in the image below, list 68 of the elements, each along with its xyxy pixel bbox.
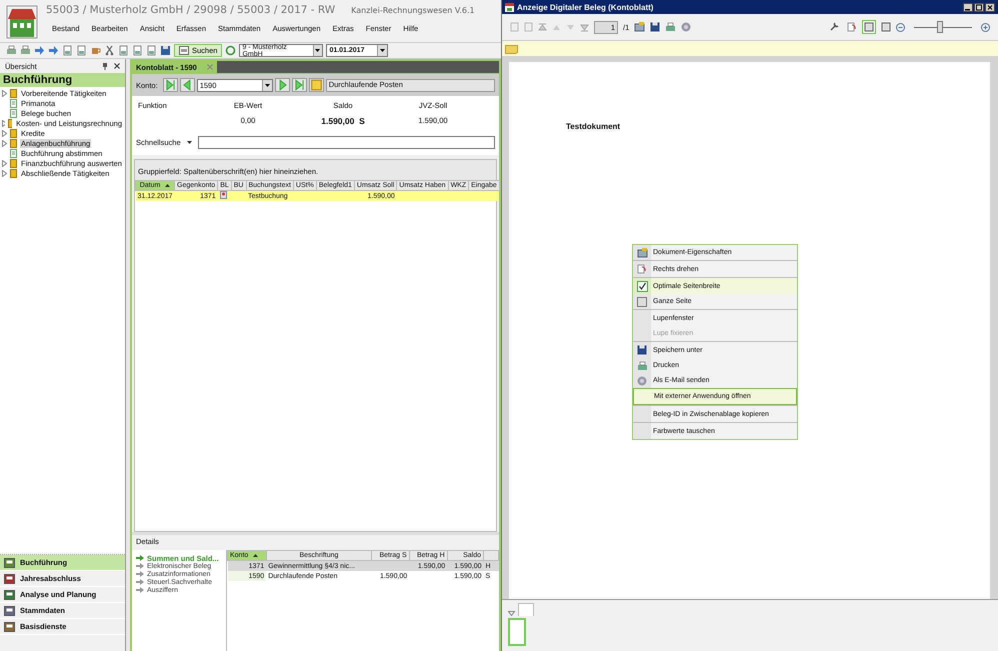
sort-icon <box>253 554 258 557</box>
document-icon[interactable] <box>62 45 73 56</box>
page-icon <box>637 296 647 306</box>
document-text: Testdokument <box>566 122 620 131</box>
module-icon <box>4 558 15 568</box>
zoom-in-icon[interactable] <box>981 22 990 32</box>
save-icon[interactable] <box>650 22 660 32</box>
arrow-icon[interactable] <box>34 45 45 56</box>
properties-icon <box>636 248 648 258</box>
close-icon[interactable] <box>114 63 120 69</box>
summary-value: 1.590,00 S <box>321 116 365 126</box>
previous-icon[interactable] <box>162 78 178 92</box>
module-icon <box>4 590 15 600</box>
module-icon <box>4 606 15 616</box>
save-icon <box>637 345 647 355</box>
page-thumbnail[interactable] <box>508 618 526 646</box>
dropdown-icon <box>377 45 388 56</box>
next-icon[interactable] <box>292 78 307 92</box>
scissors-icon[interactable] <box>104 45 115 56</box>
paste-icon[interactable] <box>132 45 143 56</box>
last-page-icon[interactable] <box>580 22 589 32</box>
thumbnail-tab[interactable] <box>518 603 534 616</box>
slider-thumb[interactable] <box>937 21 944 33</box>
zoom-out-icon[interactable] <box>896 22 905 32</box>
rotate-icon <box>637 264 647 274</box>
house-logo-icon <box>6 5 38 39</box>
document-icon[interactable] <box>146 45 157 56</box>
section-header: Buchführung <box>0 73 125 87</box>
sort-icon <box>165 184 170 187</box>
previous-icon[interactable] <box>180 78 195 92</box>
collapse-icon[interactable] <box>508 611 515 616</box>
next-icon[interactable] <box>274 78 290 92</box>
properties-icon[interactable] <box>634 22 646 32</box>
cup-icon[interactable] <box>90 45 101 56</box>
document-icon <box>10 148 17 158</box>
refresh-icon[interactable] <box>225 45 236 56</box>
page-width-icon[interactable] <box>862 20 876 34</box>
module-icon <box>4 622 15 632</box>
rotate-icon[interactable] <box>847 22 857 32</box>
quick-search-field[interactable] <box>198 136 495 149</box>
save-icon[interactable] <box>160 45 171 56</box>
full-page-icon[interactable] <box>881 22 891 32</box>
arrow-icon[interactable] <box>48 45 59 56</box>
dropdown-icon <box>262 80 272 90</box>
printer-icon[interactable] <box>6 45 17 56</box>
printer-icon[interactable] <box>665 22 676 32</box>
note-icon[interactable] <box>308 78 324 92</box>
dropdown-icon[interactable] <box>186 141 192 144</box>
expand-icon[interactable] <box>2 90 7 96</box>
dropdown-icon <box>312 45 322 56</box>
close-icon[interactable] <box>985 2 995 12</box>
maximize-icon[interactable] <box>974 2 984 12</box>
folder-icon <box>10 88 17 98</box>
app-icon <box>505 2 514 12</box>
product-name: Kanzlei-Rechnungswesen V.6.1 <box>351 6 475 15</box>
first-page-icon[interactable] <box>538 22 547 32</box>
note-icon[interactable] <box>505 43 518 54</box>
printer-icon <box>636 360 648 370</box>
minimize-icon[interactable] <box>963 2 973 12</box>
printer-icon[interactable] <box>20 45 31 56</box>
copy-icon[interactable] <box>118 45 129 56</box>
attachment-icon[interactable] <box>220 191 227 199</box>
window-title: 55003 / Musterholz GmbH / 29098 / 55003 / 2017 - RW <box>46 4 336 16</box>
checkmark-icon <box>636 280 648 292</box>
module-icon <box>4 574 15 584</box>
document-icon[interactable] <box>76 45 87 56</box>
pin-icon[interactable] <box>102 62 108 70</box>
window-title: Anzeige Digitaler Beleg (Kontoblatt) <box>517 2 654 12</box>
